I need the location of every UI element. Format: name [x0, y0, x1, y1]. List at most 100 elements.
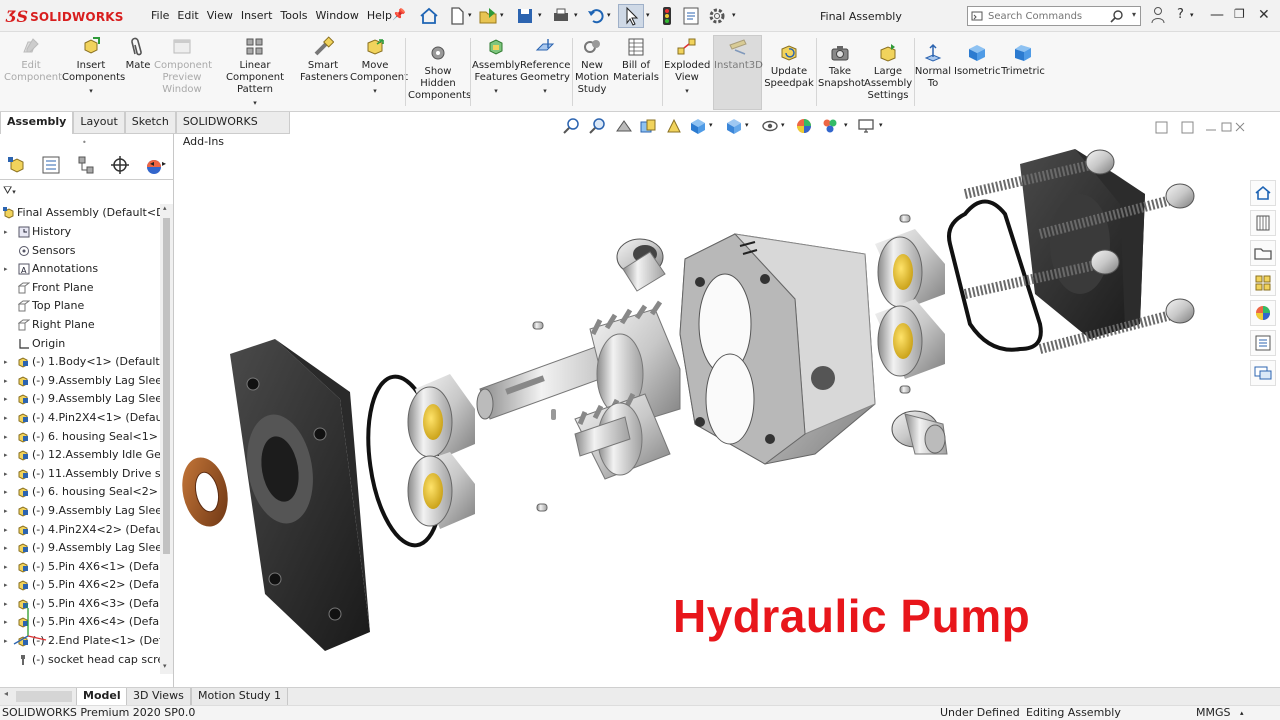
solidworks-logo[interactable]: ƷS SOLIDWORKS — [6, 7, 124, 26]
view-orientation-dropdown-icon[interactable]: ▾ — [709, 121, 713, 129]
select-tool-button[interactable] — [618, 4, 644, 28]
tree-vertical-scrollbar[interactable]: ▴ ▾ — [160, 204, 173, 674]
tab-layout[interactable]: Layout — [73, 112, 125, 134]
assembly-features-button[interactable]: Assembly Features ▾ — [472, 36, 520, 97]
property-manager-tab-icon[interactable] — [37, 153, 65, 177]
smart-fasteners-button[interactable]: Smart Fasteners — [300, 36, 348, 84]
view-settings-dropdown-icon[interactable]: ▾ — [879, 121, 883, 129]
menu-view[interactable]: View — [206, 9, 240, 22]
open-folder-icon[interactable] — [477, 5, 499, 27]
solidworks-resources-tab[interactable] — [1250, 180, 1276, 206]
menu-window[interactable]: Window — [315, 9, 366, 22]
linear-component-pattern-button[interactable]: Linear Component Pattern ▾ — [212, 36, 298, 109]
instant3d-button[interactable]: Instant3D — [714, 36, 763, 72]
feature-manager-tree-tab-icon[interactable] — [3, 153, 31, 177]
configuration-manager-tab-icon[interactable] — [72, 153, 100, 177]
view-orientation-icon[interactable] — [689, 117, 707, 135]
help-dropdown-icon[interactable]: ▾ — [1190, 11, 1194, 19]
expand-arrow-icon[interactable]: ▸ — [4, 521, 8, 540]
tree-row[interactable]: Right Plane — [0, 316, 160, 335]
mate-button[interactable]: Mate — [124, 36, 152, 72]
pin-part[interactable] — [532, 321, 544, 330]
close-icon[interactable]: ✕ — [1258, 7, 1270, 23]
help-icon[interactable]: ? — [1177, 7, 1184, 22]
expand-arrow-icon[interactable]: ▸ — [4, 260, 8, 279]
undo-icon[interactable] — [585, 5, 607, 27]
tree-row[interactable]: ▸ (-) 12.Assembly Idle Gear — [0, 446, 160, 465]
expand-arrow-icon[interactable]: ▸ — [4, 613, 8, 632]
tabs-first-icon[interactable]: ◂ — [4, 689, 8, 698]
menu-file[interactable]: File — [150, 9, 176, 22]
exploded-view-dropdown-icon[interactable]: ▾ — [664, 85, 710, 97]
tab-3d-views[interactable]: 3D Views — [126, 688, 191, 706]
expand-arrow-icon[interactable]: ▸ — [4, 409, 8, 428]
apply-scene-icon[interactable] — [821, 117, 839, 135]
new-dropdown-icon[interactable]: ▾ — [468, 11, 472, 19]
lag-sleeve-left-parts[interactable] — [407, 374, 475, 529]
tab-assembly[interactable]: Assembly — [0, 112, 74, 134]
view-palette-tab[interactable] — [1250, 270, 1276, 296]
zoom-to-area-icon[interactable] — [589, 117, 607, 135]
lag-sleeve-right-parts[interactable] — [875, 229, 945, 379]
tabs-scroll-left-icon[interactable]: ◂ — [150, 159, 154, 168]
move-component-dropdown-icon[interactable]: ▾ — [350, 85, 400, 97]
zoom-to-fit-icon[interactable] — [563, 117, 581, 135]
split-view-icon[interactable] — [1155, 121, 1168, 134]
home-icon[interactable] — [418, 5, 440, 27]
hide-show-items-icon[interactable] — [761, 117, 779, 135]
tree-row[interactable]: ▸ (-) 9.Assembly Lag Sleeve — [0, 539, 160, 558]
hide-show-dropdown-icon[interactable]: ▾ — [781, 121, 785, 129]
take-snapshot-button[interactable]: Take Snapshot — [818, 42, 865, 90]
tree-row[interactable]: ▸ (-) 4.Pin2X4<2> (Default< — [0, 521, 160, 540]
reference-geometry-dropdown-icon[interactable]: ▾ — [520, 85, 570, 97]
inlet-fitting-part[interactable] — [616, 238, 666, 292]
scroll-down-icon[interactable]: ▾ — [163, 662, 167, 670]
outlet-fitting-part[interactable] — [891, 410, 948, 455]
pump-body-part[interactable] — [679, 233, 876, 465]
expand-arrow-icon[interactable]: ▸ — [4, 539, 8, 558]
expand-arrow-icon[interactable]: ▸ — [4, 576, 8, 595]
print-icon[interactable] — [550, 5, 572, 27]
menu-tools[interactable]: Tools — [279, 9, 314, 22]
select-dropdown-icon[interactable]: ▾ — [646, 11, 650, 19]
tab-motion-study-1[interactable]: Motion Study 1 — [191, 688, 289, 706]
options-dropdown-icon[interactable]: ▾ — [732, 11, 736, 19]
viewport-restore-icon[interactable] — [1221, 122, 1232, 132]
user-account-icon[interactable] — [1150, 6, 1166, 24]
tree-row[interactable]: ▸ (-) 9.Assembly Lag Sleeve — [0, 502, 160, 521]
display-style-icon[interactable] — [725, 117, 743, 135]
tree-row[interactable]: ▸ A Annotations — [0, 260, 160, 279]
custom-properties-tab[interactable] — [1250, 330, 1276, 356]
expand-arrow-icon[interactable]: ▸ — [4, 483, 8, 502]
scroll-up-icon[interactable]: ▴ — [163, 204, 167, 212]
tree-root-row[interactable]: Final Assembly (Default<Dis — [0, 204, 173, 223]
expand-arrow-icon[interactable]: ▸ — [4, 632, 8, 651]
previous-view-icon[interactable] — [615, 117, 633, 135]
pin-part[interactable] — [536, 503, 548, 512]
tree-row[interactable]: Origin — [0, 335, 160, 354]
update-speedpak-button[interactable]: Update Speedpak — [764, 42, 814, 90]
tree-row[interactable]: ▸ History — [0, 223, 160, 242]
tree-row[interactable]: ▸ (-) 1.Body<1> (Default<< — [0, 353, 160, 372]
graphics-viewport[interactable]: Hydraulic Pump — [175, 121, 1245, 687]
menu-edit[interactable]: Edit — [176, 9, 205, 22]
apply-scene-dropdown-icon[interactable]: ▾ — [844, 121, 848, 129]
rebuild-traffic-light-icon[interactable] — [656, 5, 678, 27]
reference-geometry-button[interactable]: Reference Geometry ▾ — [520, 36, 570, 97]
tree-row[interactable]: Top Plane — [0, 297, 160, 316]
new-document-icon[interactable] — [446, 5, 468, 27]
save-icon[interactable] — [514, 5, 536, 27]
tab-sketch[interactable]: Sketch — [124, 112, 176, 134]
expand-arrow-icon[interactable]: ▸ — [4, 465, 8, 484]
panel-collapse-dot[interactable]: • — [82, 138, 87, 147]
save-dropdown-icon[interactable]: ▾ — [538, 11, 542, 19]
search-commands-box[interactable]: ▾ — [967, 6, 1141, 26]
expand-arrow-icon[interactable]: ▸ — [4, 558, 8, 577]
viewport-close-icon[interactable] — [1235, 122, 1245, 132]
bill-of-materials-button[interactable]: Bill of Materials — [612, 36, 660, 84]
key-part[interactable] — [551, 409, 556, 420]
end-cover-part[interactable] — [1020, 149, 1145, 339]
print-dropdown-icon[interactable]: ▾ — [574, 11, 578, 19]
tabs-scroll-right-icon[interactable]: ▸ — [162, 159, 166, 168]
housing-seal-part[interactable] — [176, 453, 234, 531]
